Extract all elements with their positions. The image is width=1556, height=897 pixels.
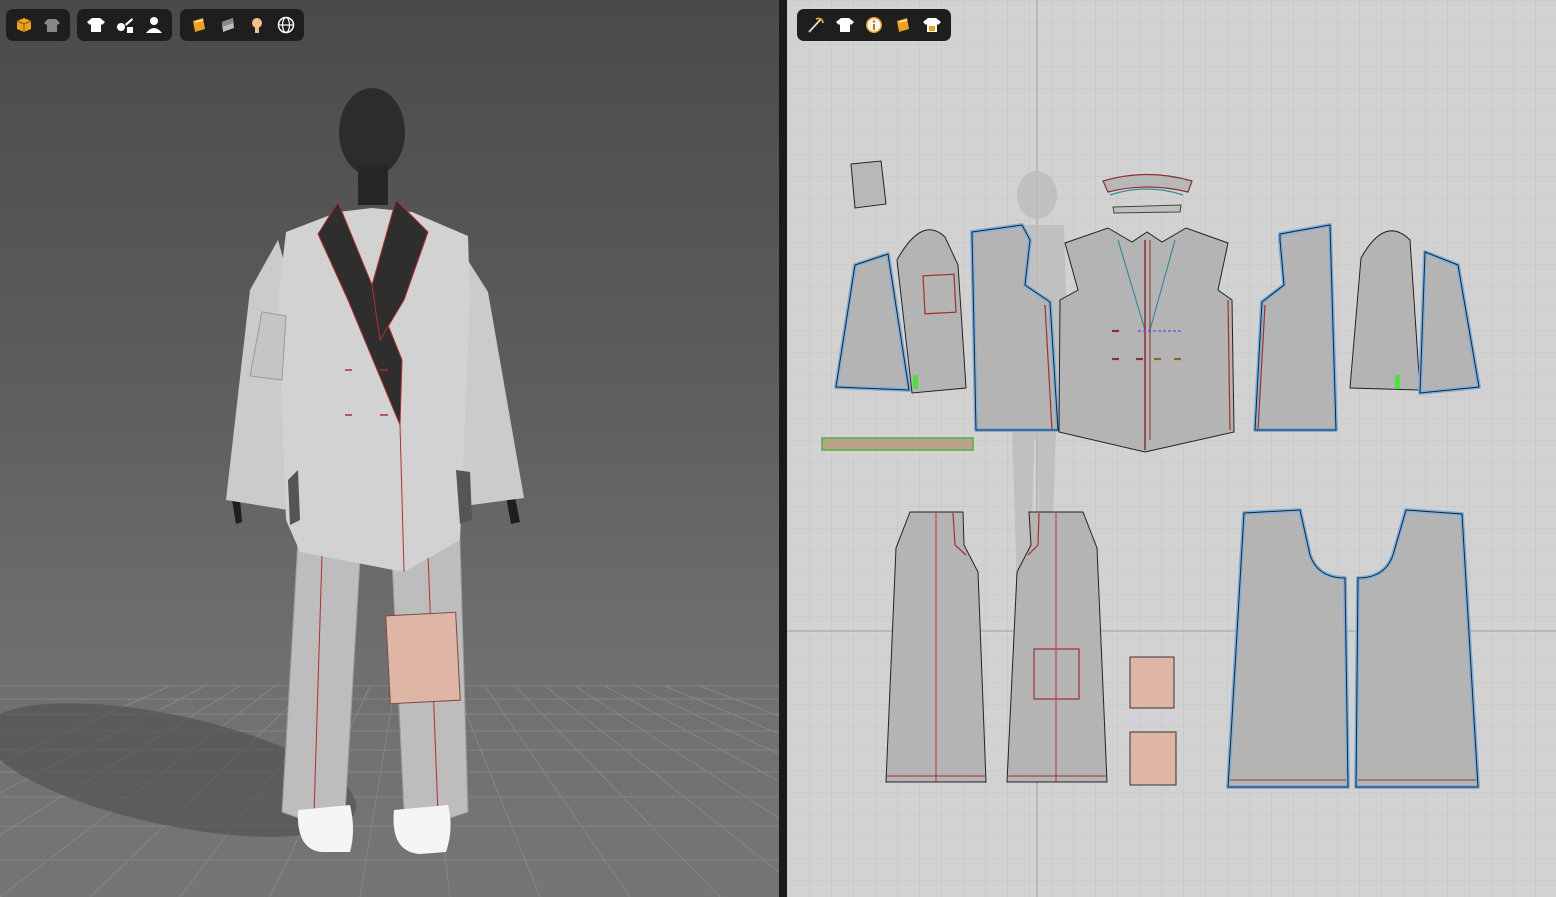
display-toolbar	[6, 9, 70, 41]
garment-toolbar	[77, 9, 172, 41]
pants-pocket-3d	[385, 611, 461, 705]
pattern-piece-pocket-1	[1129, 656, 1175, 709]
pattern-piece-tag	[850, 160, 887, 209]
info-icon[interactable]	[859, 11, 888, 39]
tshirt-icon[interactable]	[830, 11, 859, 39]
pattern-piece-pocket-2	[1129, 731, 1177, 786]
texture-icon[interactable]	[889, 11, 918, 39]
jacket-3d	[226, 199, 524, 573]
avatar-box-icon[interactable]	[10, 11, 38, 39]
globe-icon[interactable]	[271, 11, 300, 39]
viewport-divider[interactable]	[779, 0, 787, 897]
avatar-icon[interactable]	[139, 11, 168, 39]
2d-pattern-viewport[interactable]	[787, 0, 1556, 897]
pattern-canvas	[787, 0, 1556, 897]
tools-icon[interactable]	[110, 11, 139, 39]
skin-icon[interactable]	[242, 11, 271, 39]
garment-display-icon[interactable]	[38, 11, 66, 39]
garment-lock-icon[interactable]	[918, 11, 947, 39]
shading-icon[interactable]	[213, 11, 242, 39]
texture-icon[interactable]	[184, 11, 213, 39]
pants-3d	[281, 539, 469, 823]
pattern-piece-strip	[821, 437, 974, 451]
pattern-piece-back	[1058, 227, 1235, 453]
pattern-tool-icon[interactable]	[801, 11, 830, 39]
tshirt-icon[interactable]	[81, 11, 110, 39]
pattern-toolbar	[797, 9, 951, 41]
render-toolbar	[180, 9, 304, 41]
3d-scene	[0, 88, 779, 897]
3d-viewport[interactable]	[0, 0, 779, 897]
